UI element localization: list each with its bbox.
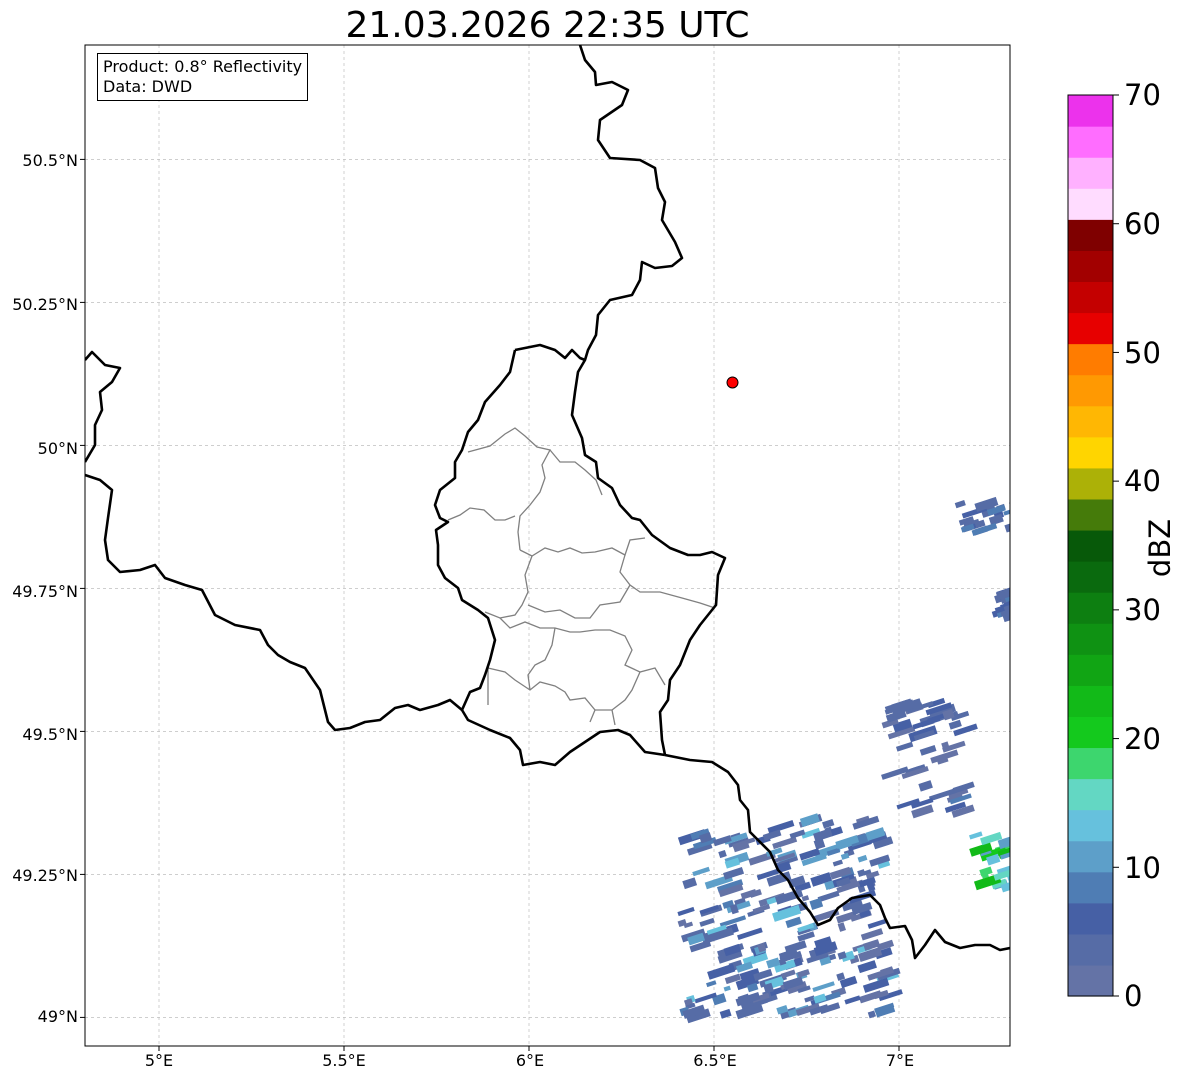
colorbar-tick-label: 60 [1124, 207, 1161, 241]
echo-cell [1008, 587, 1010, 596]
lat-tick-label: 50°N [37, 439, 78, 458]
lat-tick-label: 49.75°N [12, 582, 78, 601]
echo-cell [1009, 859, 1010, 871]
lat-tick-label: 50.5°N [22, 151, 78, 170]
lon-tick-label: 5.5°E [322, 1051, 366, 1070]
echo-cell [1009, 608, 1010, 619]
lat-tick-label: 49°N [37, 1007, 78, 1026]
colorbar-swatch [1068, 623, 1113, 655]
info-source: Data: DWD [103, 77, 193, 96]
colorbar-swatch [1068, 592, 1113, 624]
echo-cell [1009, 593, 1010, 604]
colorbar-swatch [1068, 561, 1113, 593]
colorbar-swatch [1068, 871, 1113, 904]
colorbar-swatch [1068, 964, 1113, 997]
colorbar-tick-label: 30 [1124, 593, 1161, 627]
colorbar-swatch [1068, 933, 1113, 966]
colorbar-swatch [1068, 747, 1113, 780]
colorbar-swatch [1068, 126, 1113, 158]
colorbar-ticks [1113, 94, 1119, 997]
colorbar-swatch [1068, 157, 1113, 189]
radar-site-marker [726, 376, 739, 389]
colorbar-swatch [1068, 95, 1113, 127]
radar-map [80, 44, 1119, 1051]
lon-tick-label: 6.5°E [693, 1051, 737, 1070]
colorbar-tick-label: 20 [1124, 722, 1161, 756]
lon-tick-label: 6°E [515, 1051, 545, 1070]
colorbar-swatch [1068, 250, 1113, 283]
colorbar-swatch [1068, 436, 1113, 469]
colorbar-swatch [1068, 529, 1113, 562]
lon-tick-label: 7°E [885, 1051, 915, 1070]
colorbar-swatch [1068, 467, 1113, 500]
colorbar [1068, 95, 1113, 997]
colorbar-swatch [1068, 778, 1113, 811]
lon-tick-label: 5°E [144, 1051, 174, 1070]
colorbar-swatch [1068, 809, 1113, 842]
colorbar-swatch [1068, 716, 1113, 749]
colorbar-tick-label: 70 [1124, 78, 1161, 112]
lat-tick-label: 50.25°N [12, 295, 78, 314]
colorbar-unit-label: dBZ [1143, 518, 1177, 578]
colorbar-swatch [1068, 840, 1113, 873]
colorbar-swatch [1068, 343, 1113, 376]
colorbar-swatch [1068, 405, 1113, 438]
colorbar-swatch [1068, 902, 1113, 935]
colorbar-swatch [1068, 498, 1113, 531]
colorbar-swatch [1068, 312, 1113, 345]
colorbar-tick-label: 10 [1124, 851, 1161, 885]
colorbar-swatch [1068, 685, 1113, 717]
colorbar-tick-label: 40 [1124, 464, 1161, 498]
echo-cell [1009, 495, 1010, 509]
colorbar-tick-label: 0 [1124, 979, 1143, 1013]
info-product: Product: 0.8° Reflectivity [103, 57, 303, 76]
lat-tick-label: 49.25°N [12, 866, 78, 885]
colorbar-swatch [1068, 654, 1113, 686]
colorbar-tick-label: 50 [1124, 336, 1161, 370]
lat-tick-label: 49.5°N [22, 725, 78, 744]
colorbar-swatch [1068, 281, 1113, 314]
colorbar-swatch [1068, 219, 1113, 251]
colorbar-swatch [1068, 188, 1113, 220]
info-box: Product: 0.8° Reflectivity Data: DWD [97, 53, 309, 101]
colorbar-swatch [1068, 374, 1113, 407]
